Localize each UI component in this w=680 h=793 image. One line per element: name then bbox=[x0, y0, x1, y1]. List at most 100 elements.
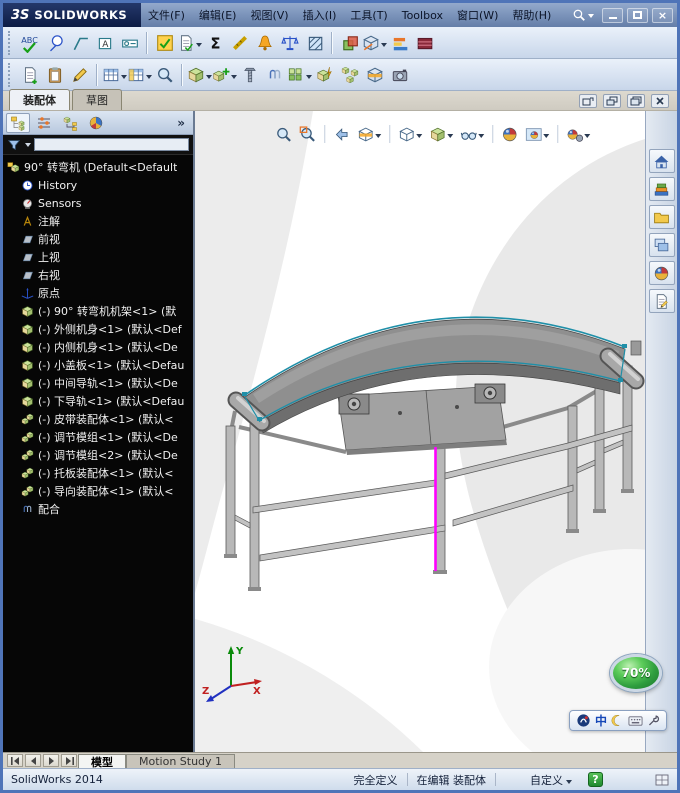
ime-keyboard-icon[interactable] bbox=[628, 715, 643, 727]
bill-of-materials-button[interactable] bbox=[102, 62, 127, 88]
tab-scroll-prev-button[interactable] bbox=[25, 754, 41, 767]
tree-item-component[interactable]: (-) 下导轨<1> (默认<Defau bbox=[3, 392, 193, 410]
tree-item-component[interactable]: (-) 90° 转弯机机架<1> (默 bbox=[3, 302, 193, 320]
toolbar-drag-handle[interactable] bbox=[8, 30, 13, 55]
menu-insert[interactable]: 插入(I) bbox=[296, 3, 344, 27]
configurationmanager-tab[interactable] bbox=[58, 113, 82, 133]
check-document-button[interactable] bbox=[177, 30, 202, 56]
tree-item-right-plane[interactable]: 右视 bbox=[3, 266, 193, 284]
menu-window[interactable]: 窗口(W) bbox=[450, 3, 505, 27]
apply-scene-button[interactable] bbox=[523, 123, 551, 145]
datum-feature-button[interactable]: A bbox=[92, 30, 117, 56]
solidworks-resources-button[interactable] bbox=[648, 149, 675, 173]
menu-tools[interactable]: 工具(T) bbox=[343, 3, 394, 27]
tree-item-subassembly[interactable]: (-) 导向装配体<1> (默认< bbox=[3, 482, 193, 500]
tree-item-component[interactable]: (-) 外侧机身<1> (默认<Def bbox=[3, 320, 193, 338]
tab-motion-study[interactable]: Motion Study 1 bbox=[126, 754, 236, 768]
dropdown-icon[interactable] bbox=[478, 134, 485, 141]
measure-button[interactable] bbox=[227, 30, 252, 56]
performance-evaluation-button[interactable] bbox=[252, 30, 277, 56]
appearances-button[interactable] bbox=[648, 261, 675, 285]
panel-expand-chevron[interactable]: » bbox=[172, 116, 190, 130]
edit-appearance-button[interactable] bbox=[499, 123, 520, 145]
doc-restore-button[interactable] bbox=[627, 94, 645, 108]
tab-model[interactable]: 模型 bbox=[78, 754, 126, 769]
search-button[interactable] bbox=[568, 7, 598, 23]
doc-dock-button[interactable] bbox=[603, 94, 621, 108]
paste-button[interactable] bbox=[42, 62, 67, 88]
annotation-pencil-button[interactable] bbox=[67, 62, 92, 88]
new-document-button[interactable] bbox=[17, 62, 42, 88]
spell-check-button[interactable]: ABC bbox=[17, 30, 42, 56]
ime-logo-icon[interactable] bbox=[576, 713, 591, 728]
mate-button[interactable] bbox=[262, 62, 287, 88]
design-checker-button[interactable] bbox=[152, 30, 177, 56]
smart-component-button[interactable] bbox=[312, 62, 337, 88]
featuremanager-tab[interactable] bbox=[6, 112, 30, 133]
section-properties-button[interactable] bbox=[302, 30, 327, 56]
dropdown-icon[interactable] bbox=[375, 134, 382, 141]
section-view-button[interactable] bbox=[355, 123, 383, 145]
tree-item-component[interactable]: (-) 内侧机身<1> (默认<De bbox=[3, 338, 193, 356]
custom-properties-button[interactable] bbox=[648, 289, 675, 313]
tree-item-subassembly[interactable]: (-) 皮带装配体<1> (默认< bbox=[3, 410, 193, 428]
filter-funnel-icon[interactable] bbox=[7, 138, 21, 152]
clearance-verification-button[interactable] bbox=[362, 30, 387, 56]
assembly-section-button[interactable] bbox=[362, 62, 387, 88]
tree-item-subassembly[interactable]: (-) 调节模组<2> (默认<De bbox=[3, 446, 193, 464]
view-palette-button[interactable] bbox=[648, 233, 675, 257]
camera-view-button[interactable] bbox=[387, 62, 412, 88]
view-orientation-button[interactable] bbox=[396, 123, 424, 145]
ime-fullwidth-moon-icon[interactable] bbox=[611, 714, 624, 727]
menu-help[interactable]: 帮助(H) bbox=[505, 3, 558, 27]
tree-item-subassembly[interactable]: (-) 调节模组<1> (默认<De bbox=[3, 428, 193, 446]
zoom-to-fit-button[interactable] bbox=[273, 123, 294, 145]
tree-item-mates[interactable]: 配合 bbox=[3, 500, 193, 518]
file-explorer-button[interactable] bbox=[648, 205, 675, 229]
zoom-percentage-badge[interactable]: 70% bbox=[610, 654, 662, 692]
linear-component-pattern-button[interactable] bbox=[287, 62, 312, 88]
tab-scroll-first-button[interactable] bbox=[7, 754, 23, 767]
custom-dropdown-icon[interactable] bbox=[566, 779, 572, 787]
ime-language-mode-button[interactable]: 中 bbox=[595, 715, 607, 727]
view-settings-button[interactable] bbox=[564, 123, 592, 145]
component-preview-button[interactable] bbox=[212, 62, 237, 88]
status-grid-icon[interactable] bbox=[655, 774, 669, 786]
menu-view[interactable]: 视图(V) bbox=[243, 3, 295, 27]
tree-item-subassembly[interactable]: (-) 托板装配体<1> (默认< bbox=[3, 464, 193, 482]
previous-view-button[interactable] bbox=[331, 123, 352, 145]
ime-wrench-icon[interactable] bbox=[647, 714, 660, 727]
tree-item-component[interactable]: (-) 小盖板<1> (默认<Defau bbox=[3, 356, 193, 374]
tree-item-root[interactable]: 90° 转弯机 (Default<Default bbox=[3, 158, 193, 176]
tree-item-sensors[interactable]: Sensors bbox=[3, 194, 193, 212]
smart-fasteners-button[interactable] bbox=[237, 62, 262, 88]
minimize-button[interactable] bbox=[602, 7, 623, 23]
tab-sketch[interactable]: 草图 bbox=[72, 89, 122, 110]
menu-toolbox[interactable]: Toolbox bbox=[395, 3, 450, 27]
displaymanager-tab[interactable] bbox=[84, 113, 108, 133]
assembly-visualization-button[interactable] bbox=[387, 30, 412, 56]
equations-button[interactable]: Σ bbox=[202, 30, 227, 56]
zoom-to-area-button[interactable] bbox=[297, 123, 318, 145]
balloon-note-button[interactable] bbox=[42, 30, 67, 56]
filter-dropdown-icon[interactable] bbox=[25, 143, 31, 150]
interference-detection-button[interactable] bbox=[337, 30, 362, 56]
filter-input[interactable] bbox=[34, 138, 189, 151]
dropdown-icon[interactable] bbox=[543, 134, 550, 141]
tree-item-front-plane[interactable]: 前视 bbox=[3, 230, 193, 248]
tree-item-top-plane[interactable]: 上视 bbox=[3, 248, 193, 266]
dropdown-icon[interactable] bbox=[447, 134, 454, 141]
close-button[interactable]: × bbox=[652, 7, 673, 23]
doc-close-button[interactable] bbox=[651, 94, 669, 108]
propertymanager-tab[interactable] bbox=[32, 113, 56, 133]
display-style-button[interactable] bbox=[427, 123, 455, 145]
maximize-button[interactable] bbox=[627, 7, 648, 23]
status-help-button[interactable]: ? bbox=[588, 772, 603, 787]
tab-scroll-last-button[interactable] bbox=[61, 754, 77, 767]
tree-item-origin[interactable]: 原点 bbox=[3, 284, 193, 302]
menu-file[interactable]: 文件(F) bbox=[141, 3, 192, 27]
tree-item-annotations[interactable]: 注解 bbox=[3, 212, 193, 230]
status-custom-selector[interactable]: 自定义 bbox=[530, 772, 563, 788]
design-library-button[interactable] bbox=[648, 177, 675, 201]
exploded-view-button[interactable] bbox=[337, 62, 362, 88]
